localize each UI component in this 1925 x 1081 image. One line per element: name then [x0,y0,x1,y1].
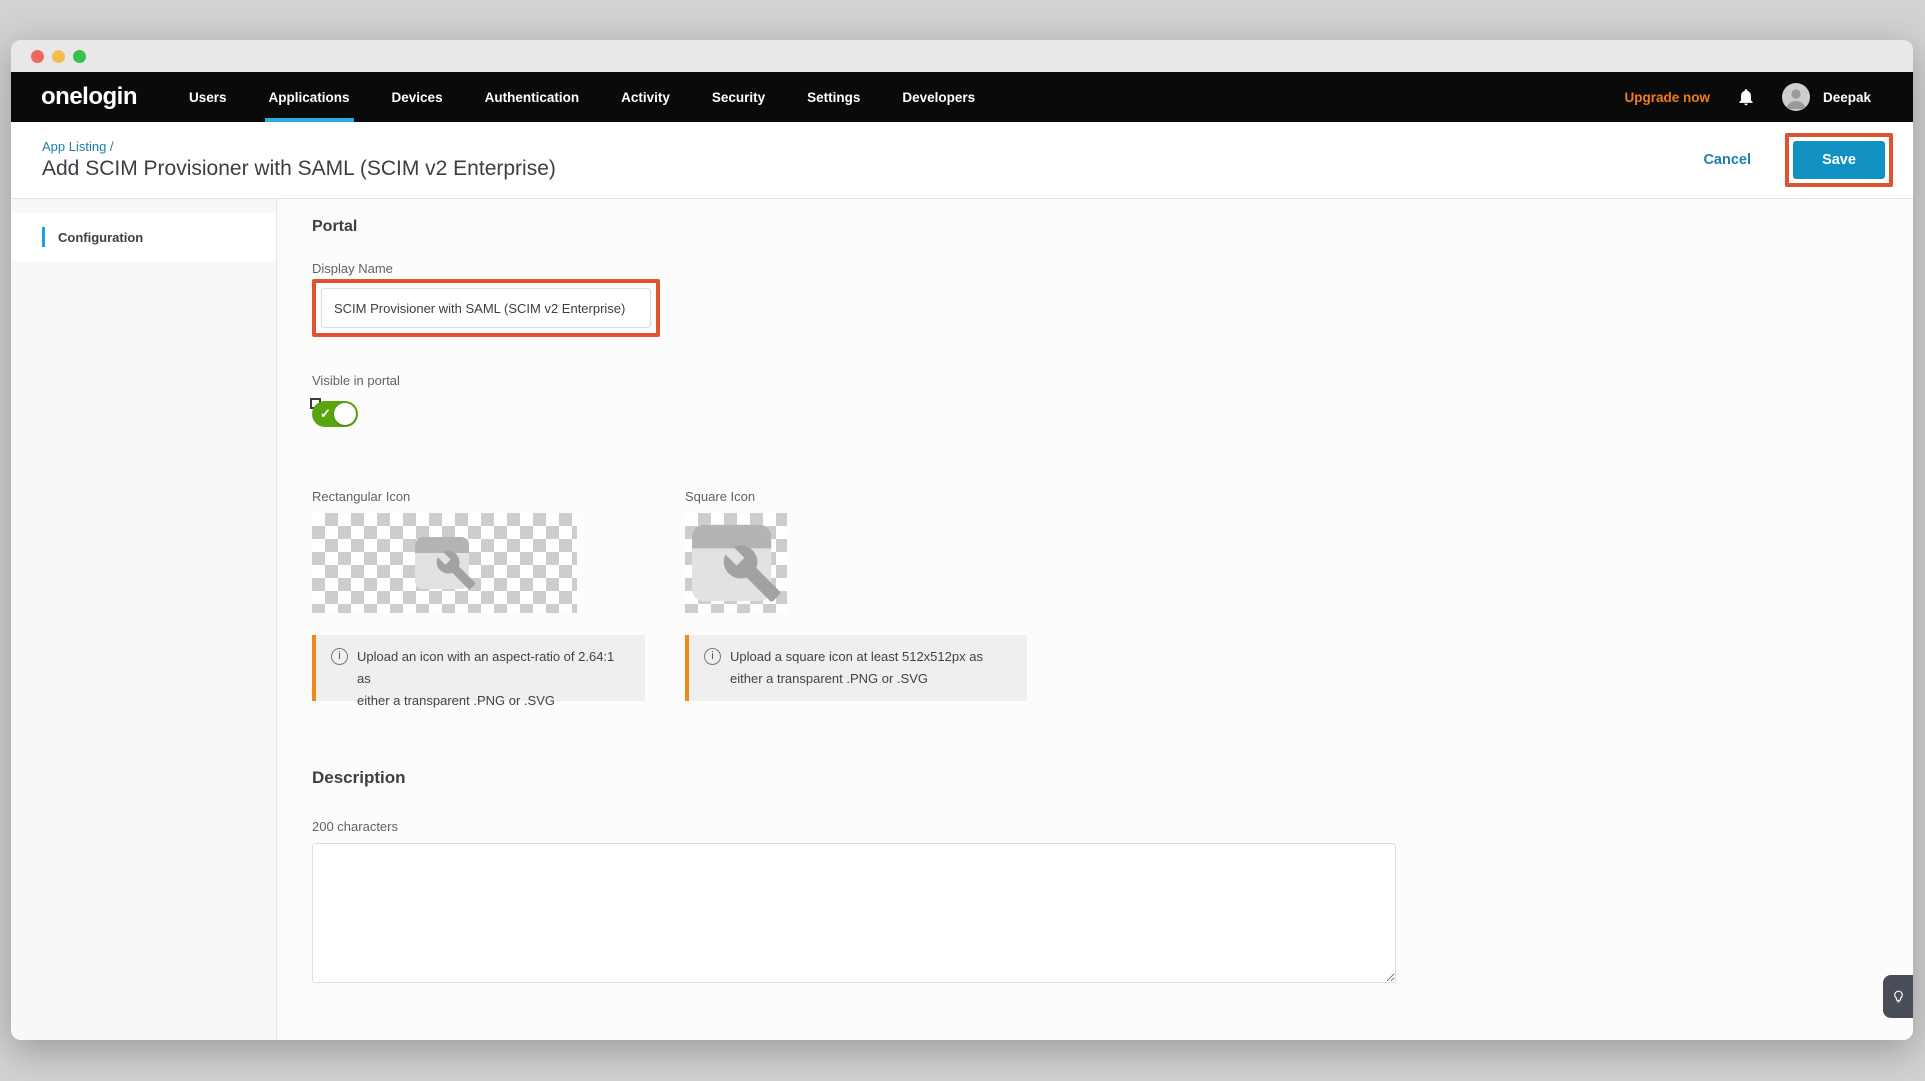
nav-item-security[interactable]: Security [712,72,765,122]
user-avatar [1782,83,1810,111]
top-navbar: onelogin Users Applications Devices Auth… [11,72,1913,122]
active-indicator-bar [42,227,45,247]
rectangular-icon-column: Rectangular Icon Upload [312,489,645,701]
nav-item-developers[interactable]: Developers [902,72,975,122]
app-wrench-icon [688,519,784,607]
rectangular-icon-hint-text: Upload an icon with an aspect-ratio of 2… [357,646,631,690]
browser-window: onelogin Users Applications Devices Auth… [11,40,1913,1040]
display-name-annotation-highlight [312,279,660,337]
cancel-button[interactable]: Cancel [1703,152,1751,168]
window-controls [31,50,86,63]
app-wrench-icon [412,533,478,593]
character-count-label: 200 characters [312,819,1913,835]
primary-nav: Users Applications Devices Authenticatio… [189,72,975,122]
nav-item-users[interactable]: Users [189,72,227,122]
navbar-right: Upgrade now Deepak [1624,72,1913,122]
lightbulb-icon [1891,989,1906,1004]
display-name-input[interactable] [321,288,651,328]
sidebar: Configuration [11,199,277,1040]
visible-in-portal-label: Visible in portal [312,373,1913,389]
save-annotation-highlight: Save [1785,133,1893,187]
toggle-knob [334,403,356,425]
notifications-bell-icon[interactable] [1736,87,1756,107]
header-actions: Cancel Save [1703,133,1893,187]
window-titlebar [11,40,1913,72]
maximize-window-icon[interactable] [73,50,86,63]
save-button[interactable]: Save [1793,141,1885,179]
title-block: App Listing / Add SCIM Provisioner with … [42,139,556,181]
nav-item-authentication[interactable]: Authentication [485,72,580,122]
sidebar-item-configuration[interactable]: Configuration [11,213,276,261]
square-icon-column: Square Icon Upload a squ [685,489,1027,701]
minimize-window-icon[interactable] [52,50,65,63]
user-name: Deepak [1823,90,1871,105]
upgrade-now-link[interactable]: Upgrade now [1624,90,1710,105]
visible-in-portal-toggle[interactable] [312,401,358,427]
nav-item-applications[interactable]: Applications [269,72,350,122]
user-menu[interactable]: Deepak [1782,83,1871,111]
info-icon [704,648,721,665]
breadcrumb[interactable]: App Listing / [42,139,556,154]
close-window-icon[interactable] [31,50,44,63]
info-icon [331,648,348,665]
nav-item-settings[interactable]: Settings [807,72,860,122]
nav-item-activity[interactable]: Activity [621,72,670,122]
square-icon-upload-area[interactable] [685,513,787,613]
visible-in-portal-toggle-wrap [312,401,358,427]
configuration-content: Portal Display Name Visible in portal Re… [277,199,1913,1040]
description-textarea[interactable] [312,843,1396,983]
portal-heading: Portal [312,215,1913,239]
sidebar-item-label: Configuration [58,230,143,245]
help-lightbulb-button[interactable] [1883,975,1913,1018]
rectangular-icon-hint: Upload an icon with an aspect-ratio of 2… [312,635,645,701]
page-header: App Listing / Add SCIM Provisioner with … [11,122,1913,199]
rectangular-icon-upload-area[interactable] [312,513,577,613]
square-icon-label: Square Icon [685,489,1027,505]
nav-item-devices[interactable]: Devices [392,72,443,122]
rectangular-icon-label: Rectangular Icon [312,489,645,505]
page-body: Configuration Portal Display Name Visibl… [11,199,1913,1040]
icon-upload-row: Rectangular Icon Upload [312,489,1913,701]
display-name-label: Display Name [312,261,1913,277]
square-icon-hint: Upload a square icon at least 512x512px … [685,635,1027,701]
square-icon-hint-text: Upload a square icon at least 512x512px … [730,646,983,690]
description-heading: Description [312,767,1913,789]
page-title: Add SCIM Provisioner with SAML (SCIM v2 … [42,157,556,181]
onelogin-logo[interactable]: onelogin [41,72,137,122]
